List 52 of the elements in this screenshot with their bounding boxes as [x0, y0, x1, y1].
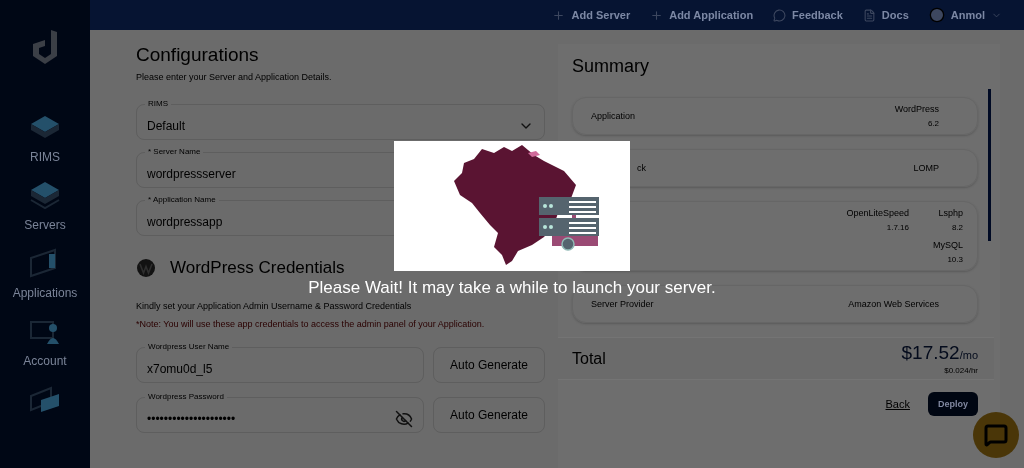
- nav-link[interactable]: Docs: [862, 8, 909, 22]
- sidebar-item[interactable]: Account: [23, 314, 67, 368]
- back-link[interactable]: Back: [885, 398, 910, 410]
- field-label: * Server Name: [145, 147, 204, 156]
- section-description: Kindly set your Application Admin Username & Password Credentials: [136, 301, 413, 311]
- field-label: * Application Name: [145, 195, 219, 204]
- plus-icon: [552, 8, 566, 22]
- sidebar-item[interactable]: RIMS: [27, 110, 63, 164]
- sidebar-item[interactable]: Servers: [24, 178, 66, 232]
- note-text: *Note: You will use these app credentials to access the admin panel of your Application.: [136, 319, 486, 329]
- item-version: 8.2: [951, 223, 963, 232]
- avatar-icon: [928, 7, 945, 23]
- item-version: 10.3: [947, 255, 963, 264]
- chat-button[interactable]: [973, 412, 1019, 458]
- user-menu[interactable]: Anmol: [928, 7, 1002, 23]
- item-name: OpenLiteSpeed: [846, 208, 909, 218]
- deploy-button[interactable]: Deploy: [928, 392, 978, 416]
- item-version: 6.2: [927, 119, 939, 128]
- monthly-price: $17.52/mo: [901, 342, 978, 364]
- section-title: Configurations: [136, 44, 260, 66]
- nav-link[interactable]: Add Server: [552, 8, 631, 22]
- hourly-price: $0.024/hr: [944, 366, 978, 375]
- speech-bubble-icon: [773, 8, 787, 22]
- summary-title: Summary: [572, 56, 650, 77]
- item-version: 1.7.16: [886, 223, 909, 232]
- auto-generate-button[interactable]: Auto Generate: [433, 347, 545, 383]
- document-icon: [862, 8, 876, 22]
- sidebar-item[interactable]: Applications: [12, 246, 78, 300]
- chat-icon: [984, 423, 1008, 447]
- plus-icon: [650, 8, 664, 22]
- nav-link[interactable]: Feedback: [773, 8, 843, 22]
- total-label: Total: [572, 349, 606, 368]
- section-subtitle: Please enter your Server and Application Details.: [136, 72, 333, 82]
- item-name: LOMP: [913, 163, 939, 173]
- loading-message: Please Wait! It may take a while to launch your server.: [308, 278, 716, 298]
- item-name: Amazon Web Services: [848, 299, 939, 309]
- section-title: WordPress Credentials: [170, 258, 345, 278]
- scrollbar[interactable]: [988, 89, 991, 241]
- logo-icon: [31, 30, 59, 64]
- row-label: ck: [637, 163, 646, 173]
- item-name: WordPress: [894, 104, 939, 114]
- item-name: MySQL: [933, 240, 963, 250]
- row-label: Server Provider: [591, 299, 654, 309]
- auto-generate-button[interactable]: Auto Generate: [433, 397, 545, 433]
- field-label: RIMS: [145, 99, 171, 108]
- nav-link[interactable]: Add Application: [650, 8, 754, 22]
- eye-off-icon[interactable]: [395, 410, 413, 428]
- row-label: Application: [591, 111, 636, 121]
- wordpress-logo-icon: [136, 258, 156, 278]
- item-name: Lsphp: [938, 208, 963, 218]
- field-label: Wordpress User Name: [145, 342, 233, 351]
- field-label: Wordpress Password: [145, 392, 227, 401]
